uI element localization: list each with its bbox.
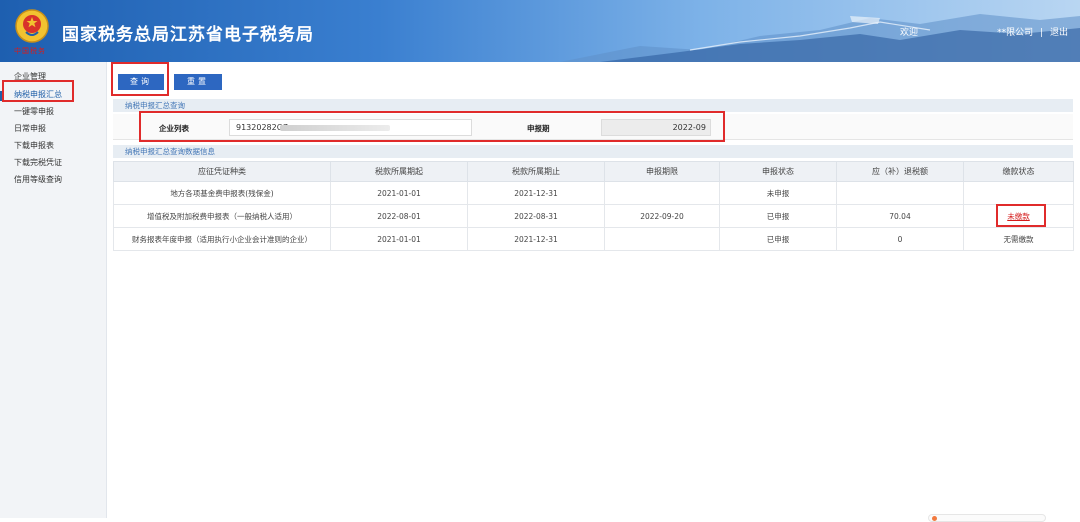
- col-header-pay: 缴款状态: [963, 161, 1074, 182]
- sidebar-item-daily-declaration[interactable]: 日常申报: [14, 123, 46, 134]
- cell-status: 已申报: [719, 227, 837, 251]
- cell-start: 2022-08-01: [330, 204, 468, 228]
- tax-slogan: 中国税务: [14, 47, 46, 55]
- cell-amount: 70.04: [836, 204, 964, 228]
- cell-end: 2021-12-31: [467, 227, 605, 251]
- cell-amount: [836, 181, 964, 205]
- cell-start: 2021-01-01: [330, 227, 468, 251]
- table-header-row: 应征凭证种类 税款所属期起 税款所属期止 申报期限 申报状态 应（补）退税额 缴…: [113, 161, 1074, 182]
- cell-type: 财务报表年度申报（适用执行小企业会计准则的企业）: [113, 227, 331, 251]
- welcome-text: 欢迎: [900, 28, 919, 38]
- cell-type: 增值税及附加税费申报表（一般纳税人适用）: [113, 204, 331, 228]
- company-list-input[interactable]: 91320282O7: [229, 119, 472, 136]
- query-button[interactable]: 查询: [118, 74, 164, 90]
- col-header-type: 应征凭证种类: [113, 161, 331, 182]
- cell-pay: 未缴款: [963, 204, 1074, 228]
- cell-deadline: [604, 227, 720, 251]
- cell-status[interactable]: 未申报: [719, 181, 837, 205]
- tax-emblem-icon: [15, 9, 49, 43]
- results-table: 应征凭证种类 税款所属期起 税款所属期止 申报期限 申报状态 应（补）退税额 缴…: [113, 161, 1074, 251]
- sidebar-item-credit-rating[interactable]: 信用等级查询: [14, 174, 62, 185]
- floating-widget[interactable]: [928, 514, 1046, 522]
- filter-row: 企业列表 91320282O7 申报期 2022-09: [113, 114, 1073, 140]
- col-header-start: 税款所属期起: [330, 161, 468, 182]
- table-row: 地方各项基金费申报表(残保金) 2021-01-01 2021-12-31 未申…: [113, 181, 1074, 205]
- header-separator: |: [1040, 28, 1044, 38]
- company-list-label: 企业列表: [159, 124, 189, 133]
- col-header-deadline: 申报期限: [604, 161, 720, 182]
- unpaid-link[interactable]: 未缴款: [1007, 212, 1030, 221]
- table-row: 财务报表年度申报（适用执行小企业会计准则的企业） 2021-01-01 2021…: [113, 227, 1074, 251]
- widget-icon: [932, 516, 937, 521]
- period-label: 申报期: [527, 124, 550, 133]
- logout-link[interactable]: 退出: [1050, 28, 1068, 38]
- site-header: 中国税务 国家税务总局江苏省电子税务局 欢迎 **限公司 | 退出: [0, 0, 1080, 62]
- cell-status: 已申报: [719, 204, 837, 228]
- col-header-amount: 应（补）退税额: [836, 161, 964, 182]
- results-section-title: 纳税申报汇总查询数据信息: [113, 145, 1073, 158]
- table-row: 增值税及附加税费申报表（一般纳税人适用） 2022-08-01 2022-08-…: [113, 204, 1074, 228]
- company-name[interactable]: **限公司: [997, 28, 1033, 38]
- sidebar-item-download-tax-certificate[interactable]: 下载完税凭证: [14, 157, 62, 168]
- cell-pay: [963, 181, 1074, 205]
- user-area: **限公司 | 退出: [995, 25, 1070, 38]
- sidebar-item-declaration-summary[interactable]: 纳税申报汇总: [14, 89, 62, 100]
- sidebar-item-company-management[interactable]: 企业管理: [14, 71, 46, 82]
- query-section-title: 纳税申报汇总查询: [113, 99, 1073, 112]
- sidebar: 企业管理 纳税申报汇总 一键零申报 日常申报 下载申报表 下载完税凭证 信用等级…: [0, 62, 107, 518]
- sidebar-item-download-forms[interactable]: 下载申报表: [14, 140, 54, 151]
- cell-end: 2021-12-31: [467, 181, 605, 205]
- cell-start: 2021-01-01: [330, 181, 468, 205]
- cell-amount: 0: [836, 227, 964, 251]
- col-header-status: 申报状态: [719, 161, 837, 182]
- active-marker: [0, 91, 3, 101]
- col-header-end: 税款所属期止: [467, 161, 605, 182]
- cell-deadline: 2022-09-20: [604, 204, 720, 228]
- cell-deadline: [604, 181, 720, 205]
- cell-end: 2022-08-31: [467, 204, 605, 228]
- reset-button[interactable]: 重置: [174, 74, 222, 90]
- site-title: 国家税务总局江苏省电子税务局: [62, 25, 314, 45]
- cell-type: 地方各项基金费申报表(残保金): [113, 181, 331, 205]
- period-input[interactable]: 2022-09: [601, 119, 711, 136]
- sidebar-item-zero-declaration[interactable]: 一键零申报: [14, 106, 54, 117]
- cell-pay: 无需缴款: [963, 227, 1074, 251]
